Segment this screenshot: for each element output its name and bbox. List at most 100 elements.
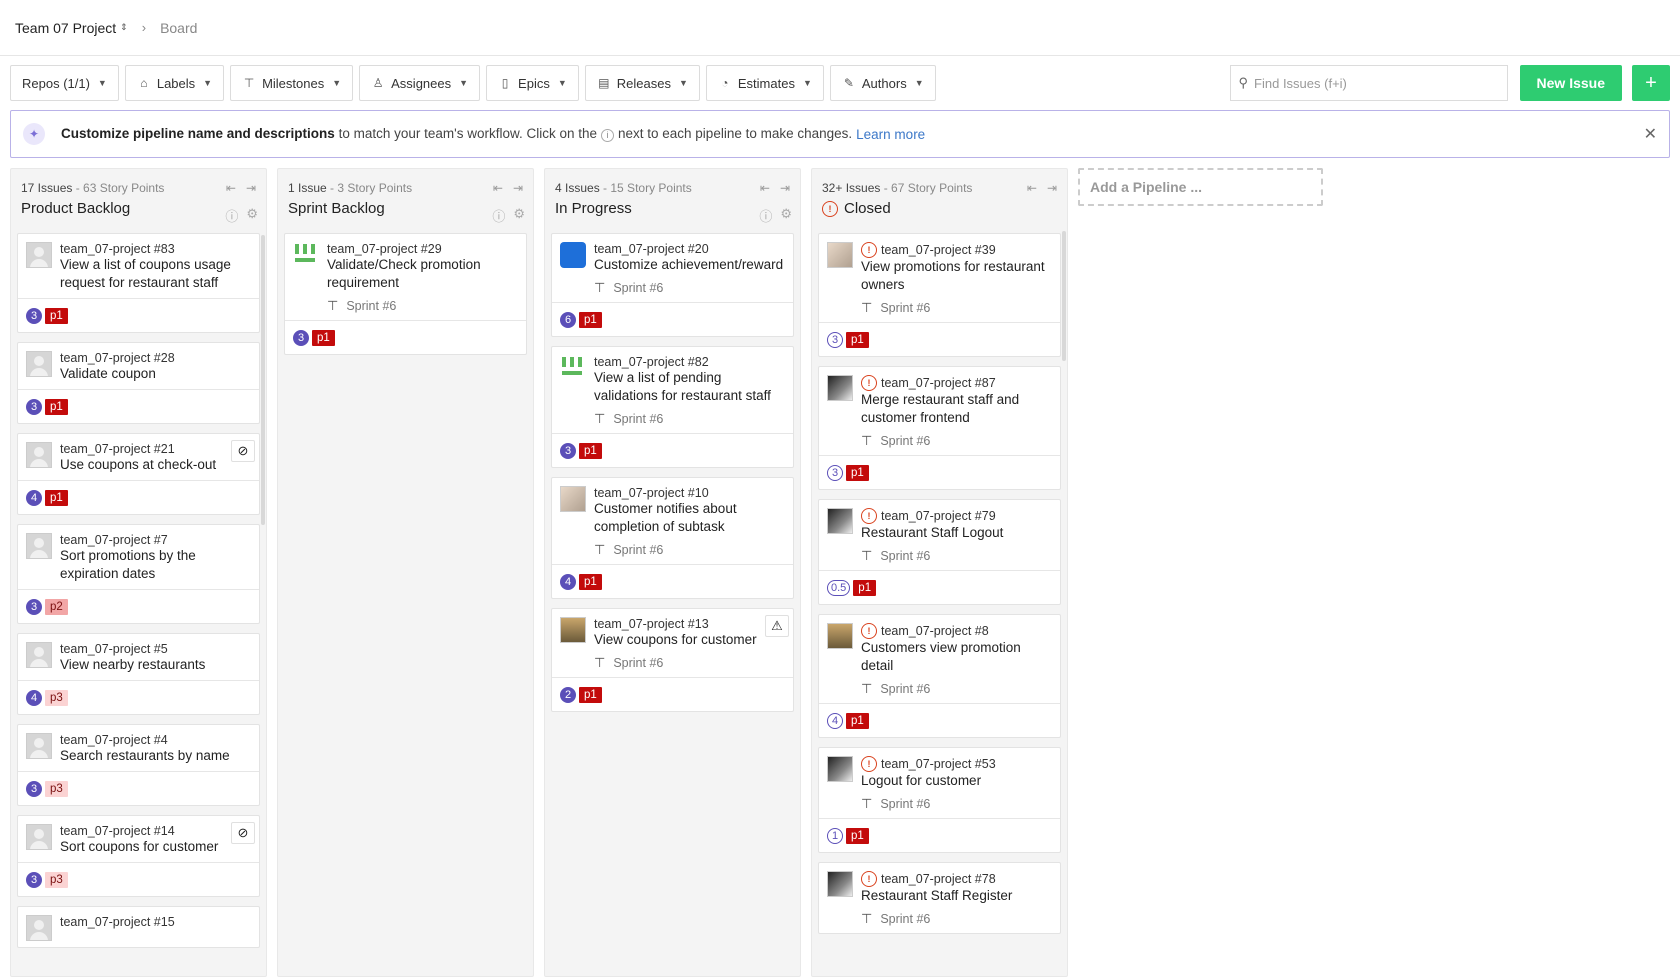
blocked-icon[interactable]: ⊘ <box>231 440 255 462</box>
issue-title[interactable]: View coupons for customer <box>594 631 785 649</box>
issue-title[interactable]: View nearby restaurants <box>60 656 251 674</box>
issue-card[interactable]: team_07-project #4 Search restaurants by… <box>17 724 260 806</box>
estimates-filter[interactable]: ◔ Estimates ▼ <box>705 65 824 101</box>
issue-card[interactable]: team_07-project #14 Sort coupons for cus… <box>17 815 260 897</box>
issue-card[interactable]: team_07-project #15 <box>17 906 260 948</box>
card-body: team_07-project #15 <box>18 907 259 947</box>
issue-card[interactable]: team_07-project #21 Use coupons at check… <box>17 433 260 515</box>
authors-filter[interactable]: ✎ Authors ▼ <box>829 65 936 101</box>
issue-title[interactable]: Use coupons at check-out <box>60 456 251 474</box>
issue-title[interactable]: Customer notifies about completion of su… <box>594 500 785 536</box>
add-pipeline-button[interactable]: Add a Pipeline ... <box>1078 168 1323 206</box>
priority-label[interactable]: p1 <box>846 331 869 348</box>
issue-title[interactable]: Sort coupons for customer <box>60 838 251 856</box>
priority-label[interactable]: p3 <box>45 780 68 797</box>
issue-card[interactable]: team_07-project #20 Customize achievemen… <box>551 233 794 337</box>
issue-card[interactable]: team_07-project #5 View nearby restauran… <box>17 633 260 715</box>
collapse-icon[interactable]: ⇥ <box>1047 181 1057 195</box>
priority-label[interactable]: p1 <box>579 442 602 459</box>
gear-icon[interactable]: ⚙ <box>513 206 525 225</box>
collapse-left-icon[interactable]: ⇤ <box>493 181 503 195</box>
milestones-filter[interactable]: ⊤ Milestones ▼ <box>230 65 354 101</box>
priority-label[interactable]: p1 <box>846 712 869 729</box>
priority-label[interactable]: p1 <box>579 686 602 703</box>
collapse-icon[interactable]: ⇥ <box>780 181 790 195</box>
card-footer: 3 p1 <box>18 389 259 423</box>
issue-card[interactable]: team_07-project #7 Sort promotions by th… <box>17 524 260 624</box>
issue-title[interactable]: View a list of pending validations for r… <box>594 369 785 405</box>
info-icon[interactable]: ⓘ <box>225 206 238 225</box>
collapse-left-icon[interactable]: ⇤ <box>760 181 770 195</box>
priority-label[interactable]: p1 <box>45 489 68 506</box>
issue-card[interactable]: team_07-project #83 View a list of coupo… <box>17 233 260 333</box>
priority-label[interactable]: p1 <box>846 464 869 481</box>
plus-button[interactable]: + <box>1632 65 1670 101</box>
estimate-badge: 3 <box>26 871 42 888</box>
chevron-right-icon: › <box>141 20 147 35</box>
blocked-icon[interactable]: ⊘ <box>231 822 255 844</box>
project-switcher[interactable]: Team 07 Project ⇕ <box>15 20 128 36</box>
priority-label[interactable]: p3 <box>45 689 68 706</box>
close-icon[interactable]: ✕ <box>1644 124 1657 144</box>
collapse-icon[interactable]: ⇥ <box>513 181 523 195</box>
issue-card[interactable]: ! team_07-project #39 View promotions for… <box>818 233 1061 357</box>
issue-title[interactable]: Logout for customer <box>861 772 1052 790</box>
priority-label[interactable]: p1 <box>312 329 335 346</box>
warning-icon[interactable]: ⚠ <box>765 615 789 637</box>
priority-label[interactable]: p3 <box>45 871 68 888</box>
search-input[interactable] <box>1254 75 1499 91</box>
breadcrumb[interactable]: Board <box>160 20 197 36</box>
issue-card[interactable]: ! team_07-project #87 Merge restaurant st… <box>818 366 1061 490</box>
assignees-filter[interactable]: ♙ Assignees ▼ <box>359 65 481 101</box>
collapse-icon[interactable]: ⇥ <box>246 181 256 195</box>
repos-filter[interactable]: Repos (1/1) ▼ <box>10 65 119 101</box>
issue-title[interactable]: View a list of coupons usage request for… <box>60 256 251 292</box>
issue-title[interactable]: Restaurant Staff Register <box>861 887 1052 905</box>
card-footer: 3 p3 <box>18 862 259 896</box>
issue-card[interactable]: ! team_07-project #8 Customers view promo… <box>818 614 1061 738</box>
collapse-left-icon[interactable]: ⇤ <box>226 181 236 195</box>
issue-title[interactable]: Restaurant Staff Logout <box>861 524 1052 542</box>
epics-filter[interactable]: ▯ Epics ▼ <box>486 65 579 101</box>
issue-title[interactable]: Search restaurants by name <box>60 747 251 765</box>
priority-label[interactable]: p1 <box>846 827 869 844</box>
scrollbar[interactable] <box>261 235 265 525</box>
issue-title[interactable]: View promotions for restaurant owners <box>861 258 1052 294</box>
priority-label[interactable]: p1 <box>45 307 68 324</box>
gear-icon[interactable]: ⚙ <box>780 206 792 225</box>
issue-card[interactable]: ! team_07-project #78 Restaurant Staff Re… <box>818 862 1061 934</box>
milestone: ⊤ Sprint #6 <box>861 911 1052 927</box>
issue-card[interactable]: team_07-project #29 Validate/Check promo… <box>284 233 527 355</box>
labels-filter[interactable]: ⌂ Labels ▼ <box>124 65 225 101</box>
issue-title[interactable]: Merge restaurant staff and customer fron… <box>861 391 1052 427</box>
priority-label[interactable]: p1 <box>579 573 602 590</box>
issue-card[interactable]: ! team_07-project #53 Logout for customer… <box>818 747 1061 853</box>
issue-title[interactable]: Sort promotions by the expiration dates <box>60 547 251 583</box>
releases-filter[interactable]: ▤ Releases ▼ <box>584 65 700 101</box>
story-points: - 3 Story Points <box>330 181 413 195</box>
card-list: team_07-project #29 Validate/Check promo… <box>278 233 533 355</box>
issue-card[interactable]: team_07-project #10 Customer notifies ab… <box>551 477 794 599</box>
issue-card[interactable]: ! team_07-project #79 Restaurant Staff Lo… <box>818 499 1061 605</box>
scrollbar[interactable] <box>1062 231 1066 361</box>
issue-title[interactable]: Customers view promotion detail <box>861 639 1052 675</box>
new-issue-button[interactable]: New Issue <box>1519 65 1622 101</box>
closed-icon: ! <box>861 871 877 887</box>
pipeline-tools: ⇤ ⇥ <box>493 181 523 195</box>
info-icon[interactable]: ⓘ <box>759 206 772 225</box>
issue-card[interactable]: team_07-project #28 Validate coupon 3 p1 <box>17 342 260 424</box>
learn-more-link[interactable]: Learn more <box>856 127 925 142</box>
issue-title[interactable]: Validate/Check promotion requirement <box>327 256 518 292</box>
collapse-left-icon[interactable]: ⇤ <box>1027 181 1037 195</box>
info-icon[interactable]: ⓘ <box>492 206 505 225</box>
priority-label[interactable]: p2 <box>45 598 68 615</box>
issue-title[interactable]: Validate coupon <box>60 365 251 383</box>
issue-card[interactable]: team_07-project #13 View coupons for cus… <box>551 608 794 712</box>
issue-card[interactable]: team_07-project #82 View a list of pendi… <box>551 346 794 468</box>
priority-label[interactable]: p1 <box>579 311 602 328</box>
priority-label[interactable]: p1 <box>853 579 877 596</box>
priority-label[interactable]: p1 <box>45 398 68 415</box>
signpost-icon: ⊤ <box>861 433 873 448</box>
issue-title[interactable]: Customize achievement/reward <box>594 256 785 274</box>
gear-icon[interactable]: ⚙ <box>246 206 258 225</box>
